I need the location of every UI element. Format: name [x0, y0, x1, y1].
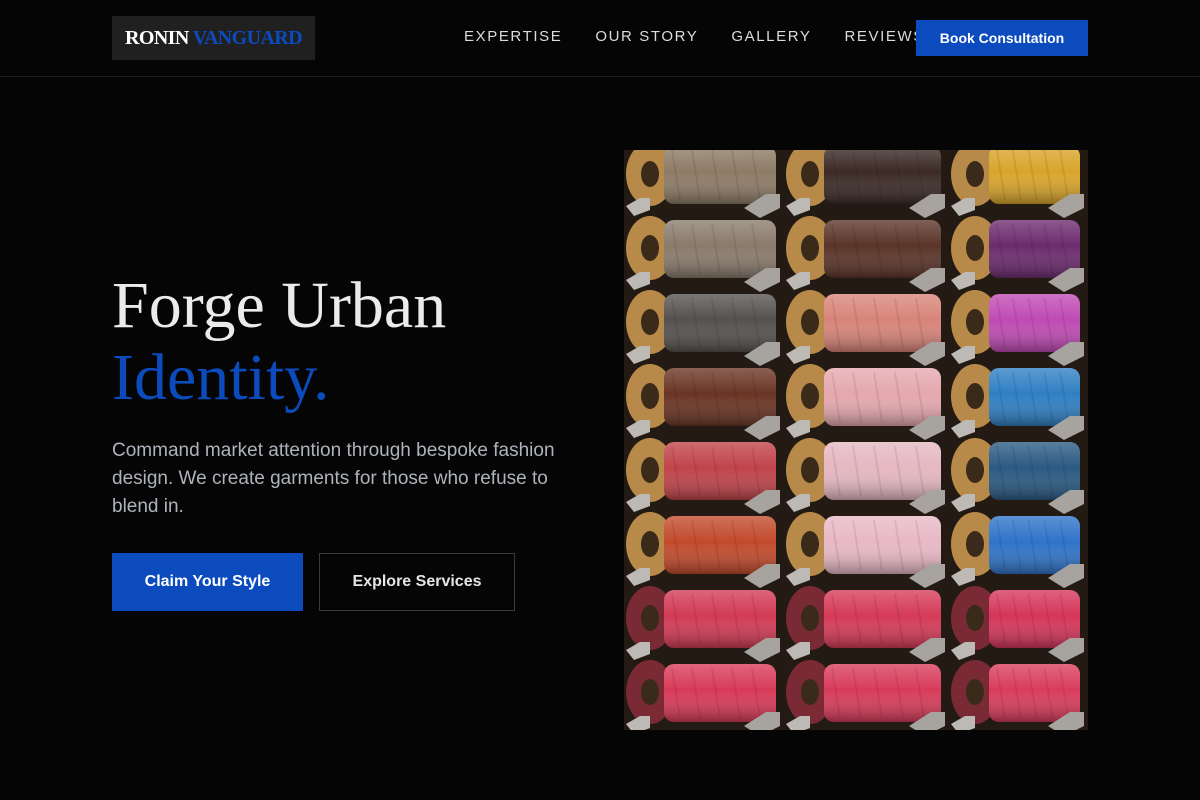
spool-hole [801, 235, 819, 261]
spool-peg [951, 272, 975, 290]
spool-peg [626, 716, 650, 730]
spool-hole [801, 531, 819, 557]
spool-peg [951, 494, 975, 512]
spool-peg [626, 272, 650, 290]
spool-hole [801, 679, 819, 705]
spool-hole [641, 457, 659, 483]
spool-hole [641, 161, 659, 187]
thread-shading [989, 516, 1080, 574]
spool-peg [786, 716, 810, 730]
nav-link-reviews[interactable]: REVIEWS [845, 26, 925, 48]
spool-peg [786, 568, 810, 586]
spool-peg [786, 272, 810, 290]
thread-shading [989, 150, 1080, 204]
spool-peg [951, 642, 975, 660]
spool-peg [786, 198, 810, 216]
spool-hole [966, 235, 984, 261]
spool-hole [966, 309, 984, 335]
spool-peg [626, 642, 650, 660]
hero-title: Forge Urban Identity. [112, 270, 446, 414]
spool-hole [966, 161, 984, 187]
thread-shading [989, 368, 1080, 426]
book-consultation-button[interactable]: Book Consultation [916, 20, 1088, 56]
nav-link-expertise[interactable]: EXPERTISE [464, 26, 562, 48]
spool-peg [951, 568, 975, 586]
site-header: RONIN VANGUARD EXPERTISE OUR STORY GALLE… [0, 0, 1200, 77]
thread-shading [989, 220, 1080, 278]
spool-hole [641, 235, 659, 261]
spool-hole [641, 309, 659, 335]
spool-peg [626, 568, 650, 586]
spool-peg [951, 716, 975, 730]
spool-hole [966, 457, 984, 483]
spool-peg [626, 420, 650, 438]
spool-hole [801, 605, 819, 631]
thread-shading [989, 294, 1080, 352]
spool-peg [626, 494, 650, 512]
spool-hole [801, 457, 819, 483]
spool-peg [786, 346, 810, 364]
thread-shading [989, 442, 1080, 500]
claim-your-style-button[interactable]: Claim Your Style [112, 553, 303, 611]
spool-hole [641, 531, 659, 557]
spool-hole [966, 605, 984, 631]
spool-peg [626, 346, 650, 364]
spool-hole [641, 605, 659, 631]
spool-hole [801, 161, 819, 187]
nav-link-gallery[interactable]: GALLERY [731, 26, 811, 48]
spool-hole [801, 309, 819, 335]
hero-subtitle: Command market attention through bespoke… [112, 440, 555, 517]
spool-hole [641, 383, 659, 409]
spool-hole [966, 679, 984, 705]
spool-peg [786, 420, 810, 438]
thread-spools-illustration [626, 150, 1084, 730]
spool-peg [951, 420, 975, 438]
spool-hole [966, 383, 984, 409]
spool-peg [951, 346, 975, 364]
explore-services-button[interactable]: Explore Services [319, 553, 515, 611]
hero-thread-spools-image [624, 150, 1088, 730]
nav-link-our-story[interactable]: OUR STORY [595, 26, 698, 48]
main-nav: EXPERTISE OUR STORY GALLERY REVIEWS [464, 26, 925, 48]
brand-name-part2: VANGUARD [192, 26, 303, 49]
spool-hole [966, 531, 984, 557]
hero-title-line1: Forge Urban [112, 269, 447, 342]
thread-shading [989, 664, 1080, 722]
spool-peg [951, 198, 975, 216]
spool-hole [801, 383, 819, 409]
hero-title-line2: Identity. [112, 341, 330, 414]
spool-hole [641, 679, 659, 705]
brand-name-part1: RONIN [125, 26, 189, 49]
brand-logo[interactable]: RONIN VANGUARD [112, 16, 315, 60]
spool-peg [786, 494, 810, 512]
spool-peg [786, 642, 810, 660]
page: RONIN VANGUARD EXPERTISE OUR STORY GALLE… [0, 0, 1200, 800]
spool-peg [626, 198, 650, 216]
thread-shading [989, 590, 1080, 648]
